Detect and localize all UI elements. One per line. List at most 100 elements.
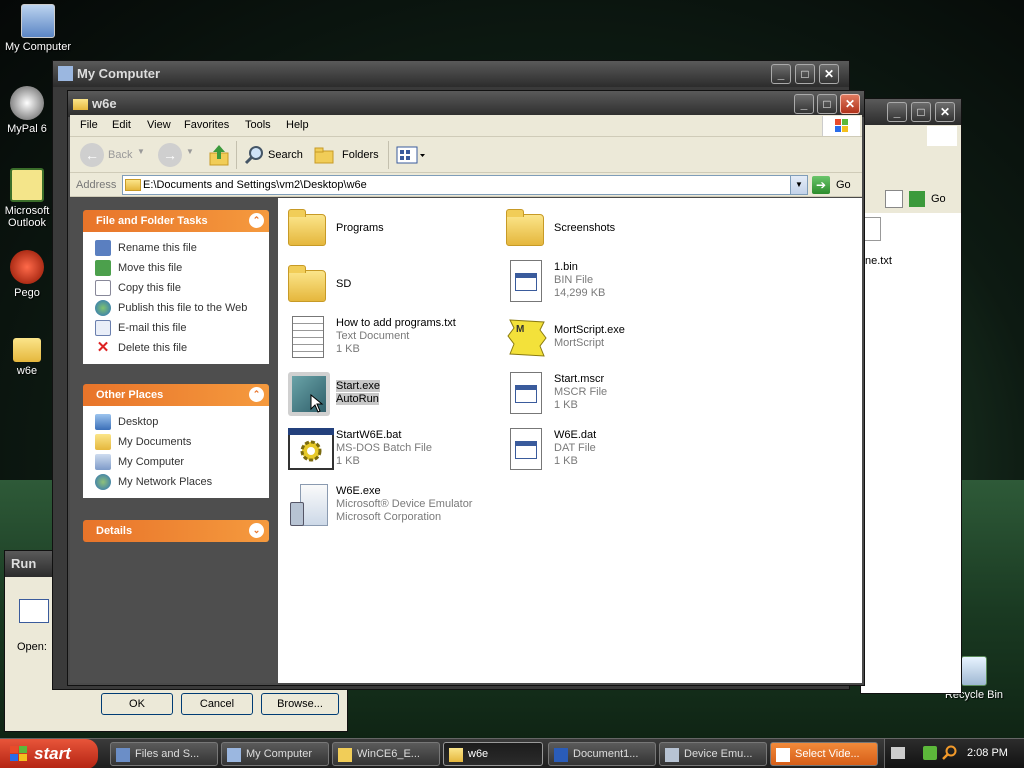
taskbar-button-w6e[interactable]: w6e [443,742,543,766]
file-type: AutoRun [336,393,379,405]
cancel-button[interactable]: Cancel [181,693,253,715]
file-item-startw6e-bat[interactable]: StartW6E.bat MS-DOS Batch File 1 KB [284,426,494,476]
place-desktop[interactable]: Desktop [95,412,269,432]
menu-tools[interactable]: Tools [245,119,271,131]
chevron-up-icon[interactable]: ⌃ [249,213,264,228]
file-name[interactable]: ne.txt [865,255,892,267]
dropdown-arrow-icon[interactable] [885,190,903,208]
panel-header[interactable]: File and Folder Tasks ⌃ [83,210,269,232]
forward-dropdown-icon[interactable]: ▼ [186,147,194,156]
folder-icon [288,262,330,306]
start-button[interactable]: start [0,739,98,768]
taskbar-button-document1[interactable]: Document1... [548,742,656,766]
file-folder-tasks-panel: File and Folder Tasks ⌃ Rename this file… [83,210,269,364]
desktop-icon-label: My Computer [4,41,72,53]
minimize-button[interactable]: _ [887,102,907,122]
keyboard-icon[interactable] [891,747,905,759]
taskbar-button-files[interactable]: Files and S... [110,742,218,766]
folder-icon [73,99,88,110]
taskbar-button-wince6[interactable]: WinCE6_E... [332,742,440,766]
search-icon[interactable] [244,145,264,165]
close-button[interactable]: ✕ [819,64,839,84]
file-item-w6e-exe[interactable]: W6E.exe Microsoft® Device Emulator Micro… [284,482,494,532]
chevron-down-icon[interactable]: ⌄ [249,523,264,538]
maximize-button[interactable]: □ [911,102,931,122]
go-arrow-icon[interactable] [909,191,925,207]
address-input[interactable]: E:\Documents and Settings\vm2\Desktop\w6… [122,175,808,195]
minimize-button[interactable]: _ [794,94,814,114]
maximize-button[interactable]: □ [817,94,837,114]
clock[interactable]: 2:08 PM [967,747,1008,759]
taskbar-label: w6e [468,748,489,760]
file-item-programs[interactable]: Programs [284,204,494,254]
task-move[interactable]: Move this file [95,258,269,278]
file-item-mortscript[interactable]: M MortScript.exe MortScript [502,314,712,364]
maximize-button[interactable]: □ [795,64,815,84]
file-item-w6e-dat[interactable]: W6E.dat DAT File 1 KB [502,426,712,476]
file-item-1-bin[interactable]: 1.bin BIN File 14,299 KB [502,258,712,308]
network-icon[interactable] [923,746,937,760]
back-arrow-icon[interactable]: ← [80,143,104,167]
delete-x-icon: ✕ [96,339,110,356]
menu-file[interactable]: File [80,119,98,131]
back-dropdown-icon[interactable]: ▼ [137,147,145,156]
minimize-button[interactable]: _ [771,64,791,84]
place-my-documents[interactable]: My Documents [95,432,269,452]
go-button[interactable]: Go [836,179,851,191]
desktop-icon-my-computer[interactable]: My Computer [0,4,76,53]
desktop-icon-outlook[interactable]: Microsoft Outlook [0,168,54,229]
file-item-how-to-add[interactable]: How to add programs.txt Text Document 1 … [284,314,494,364]
file-type: MS-DOS Batch File [336,442,432,454]
place-my-network[interactable]: My Network Places [95,472,269,492]
go-button[interactable]: Go [931,193,946,205]
address-dropdown-icon[interactable]: ▼ [790,176,807,194]
taskbar-button-device-emulator[interactable]: Device Emu... [659,742,767,766]
views-icon[interactable] [396,145,426,165]
place-my-computer[interactable]: My Computer [95,452,269,472]
folder-icon [288,206,330,250]
file-item-screenshots[interactable]: Screenshots [502,204,712,254]
close-button[interactable]: ✕ [935,102,955,122]
file-size: 1 KB [554,455,578,467]
desktop-icon-pego[interactable]: Pego [0,250,54,299]
task-publish[interactable]: Publish this file to the Web [95,298,269,318]
w6e-title-bar[interactable]: w6e _ □ ✕ [68,91,864,117]
folders-button[interactable]: Folders [342,149,379,161]
task-label: Delete this file [118,342,188,354]
my-computer-title-bar[interactable]: My Computer _ □ ✕ [53,61,849,87]
file-item-start-mscr[interactable]: Start.mscr MSCR File 1 KB [502,370,712,420]
close-button[interactable]: ✕ [840,94,860,114]
task-email[interactable]: E-mail this file [95,318,269,338]
background-explorer-window: _ □ ✕ Go ne.txt [860,98,962,694]
task-delete[interactable]: ✕ Delete this file [95,338,269,358]
up-folder-icon[interactable] [208,143,230,167]
chevron-up-icon[interactable]: ⌃ [249,387,264,402]
panel-header[interactable]: Details ⌄ [83,520,269,542]
forward-arrow-icon[interactable]: → [158,143,182,167]
browse-button[interactable]: Browse... [261,693,339,715]
task-copy[interactable]: Copy this file [95,278,269,298]
taskbar-button-select-video[interactable]: Select Vide... [770,742,878,766]
background-title-bar[interactable]: _ □ ✕ [861,99,961,125]
file-item-sd[interactable]: SD [284,260,494,310]
desktop-icon-w6e[interactable]: w6e [0,332,54,377]
search-icon[interactable] [941,745,957,761]
search-button[interactable]: Search [268,149,303,161]
menu-edit[interactable]: Edit [112,119,131,131]
word-icon [554,748,568,762]
go-arrow-icon[interactable]: ➔ [812,176,830,194]
toolbar: ← Back ▼ → ▼ Search Folders [70,137,862,173]
menu-view[interactable]: View [147,119,171,131]
mortscript-icon: M [506,316,548,360]
menu-favorites[interactable]: Favorites [184,119,229,131]
folders-icon[interactable] [314,146,336,164]
menu-help[interactable]: Help [286,119,309,131]
panel-header[interactable]: Other Places ⌃ [83,384,269,406]
back-button[interactable]: Back [108,149,132,161]
task-rename[interactable]: Rename this file [95,238,269,258]
ok-button[interactable]: OK [101,693,173,715]
taskbar-button-my-computer[interactable]: My Computer [221,742,329,766]
file-item-start-exe[interactable]: Start.exe AutoRun [284,370,494,420]
desktop-icon-mypal[interactable]: MyPal 6 [0,86,54,135]
file-type: DAT File [554,442,596,454]
